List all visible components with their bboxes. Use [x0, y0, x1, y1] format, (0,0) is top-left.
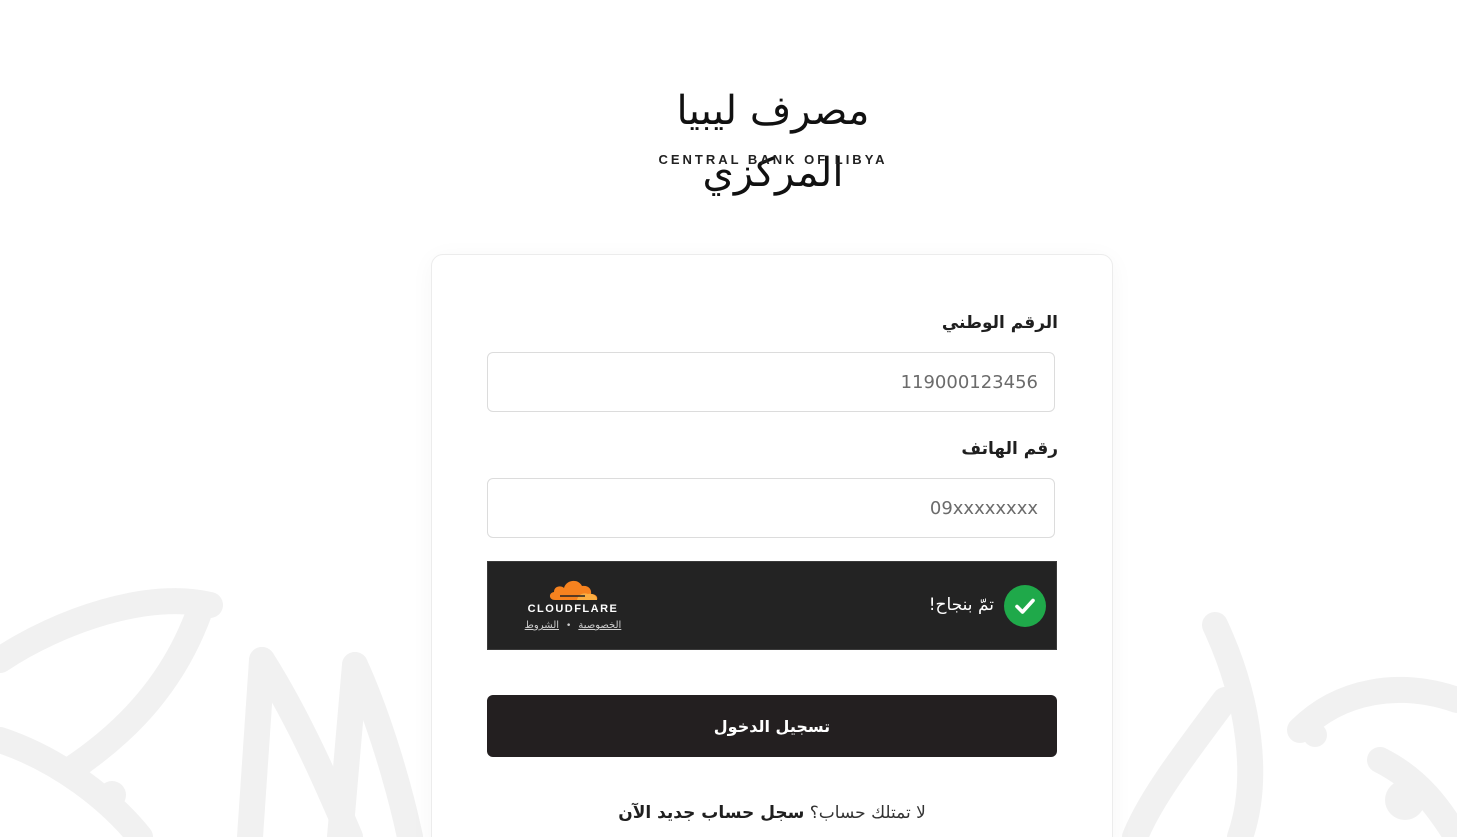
link-separator: •	[566, 620, 572, 631]
phone-input[interactable]	[488, 479, 1054, 537]
captcha-links: الخصوصية • الشروط	[518, 620, 628, 631]
national-id-label: الرقم الوطني	[941, 313, 1058, 333]
phone-label: رقم الهاتف	[961, 439, 1058, 459]
login-card: الرقم الوطني رقم الهاتف تمّ بنجاح!	[431, 254, 1113, 837]
cloudflare-brand: CLOUDFLARE الخصوصية • الشروط	[518, 576, 628, 631]
login-page: مصرف ليبيا المركزي CENTRAL BANK OF LIBYA…	[0, 0, 1457, 837]
register-link[interactable]: سجل حساب جديد الآن	[618, 803, 804, 823]
register-prompt: لا تمتلك حساب؟ سجل حساب جديد الآن	[432, 803, 1112, 823]
central-bank-logo: مصرف ليبيا المركزي CENTRAL BANK OF LIBYA	[628, 80, 918, 196]
logo-arabic-text: مصرف ليبيا المركزي	[676, 88, 871, 196]
captcha-success-text: تمّ بنجاح!	[928, 595, 994, 615]
terms-link[interactable]: الشروط	[525, 620, 559, 631]
national-id-input[interactable]	[488, 353, 1054, 411]
logo-latin-text: CENTRAL BANK OF LIBYA	[658, 152, 888, 167]
privacy-link[interactable]: الخصوصية	[578, 620, 621, 631]
cloudflare-wordmark: CLOUDFLARE	[527, 603, 619, 615]
national-id-field-wrapper	[487, 352, 1055, 412]
cloud-icon	[549, 580, 598, 600]
phone-field-wrapper	[487, 478, 1055, 538]
cloudflare-turnstile-widget[interactable]: تمّ بنجاح! CLOUDFLARE الخصوصية • الشروط	[487, 561, 1057, 650]
register-prompt-text: لا تمتلك حساب؟	[809, 803, 926, 823]
login-button[interactable]: تسجيل الدخول	[487, 695, 1057, 757]
check-icon	[1004, 585, 1046, 627]
